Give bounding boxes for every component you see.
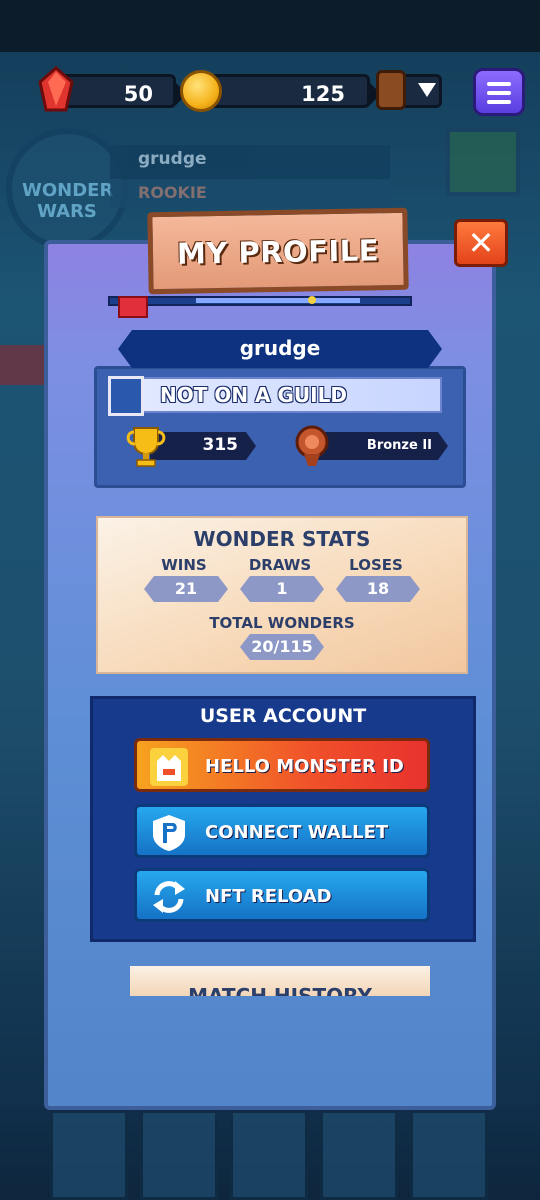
trophy-count: 315	[202, 435, 239, 455]
nav-slot-social[interactable]	[320, 1110, 398, 1200]
wins-value: 21	[144, 576, 228, 602]
nft-reload-label: NFT RELOAD	[205, 886, 332, 907]
wallet-shield-icon	[153, 815, 185, 851]
guild-status: NOT ON A GUILD	[160, 383, 347, 407]
hello-monster-id-button[interactable]: HELLO MONSTER ID	[134, 738, 430, 792]
nav-slot-cards[interactable]	[140, 1110, 218, 1200]
background-player-name: grudge	[138, 149, 207, 169]
background-tag	[0, 345, 48, 385]
modal-title: MY PROFILE	[176, 233, 380, 271]
gems-value: 50	[123, 82, 153, 106]
red-gem-icon	[38, 66, 74, 112]
chevron-down-icon[interactable]	[418, 83, 436, 97]
league-name: Bronze II	[366, 438, 432, 453]
hamburger-menu-icon[interactable]	[473, 68, 525, 116]
wonder-stats-title: WONDER STATS	[193, 527, 371, 551]
xp-marker	[308, 296, 316, 304]
background-rank-label: ROOKIE	[138, 183, 207, 202]
backpack-icon	[376, 70, 406, 110]
user-account-title: USER ACCOUNT	[199, 705, 367, 727]
background-logo: WONDER WARS	[22, 180, 114, 222]
guild-shield-icon	[108, 376, 144, 416]
username-bar: grudge	[118, 330, 442, 368]
nav-slot-events[interactable]	[410, 1110, 488, 1200]
background-rank-bar: ROOKIE	[110, 180, 390, 208]
background-name-bar: grudge	[110, 145, 390, 179]
draws-label: DRAWS	[248, 556, 312, 574]
hello-monster-icon	[150, 748, 188, 786]
close-button[interactable]: ✕	[454, 219, 508, 267]
match-history-card[interactable]: MATCH HISTORY	[130, 966, 430, 996]
nft-reload-button[interactable]: NFT RELOAD	[134, 868, 430, 922]
connect-wallet-button[interactable]: CONNECT WALLET	[134, 804, 430, 858]
gold-coin-icon	[180, 70, 222, 112]
nav-slot-battle[interactable]	[230, 1110, 308, 1200]
reload-icon	[153, 881, 185, 913]
bronze-league-icon	[295, 425, 329, 466]
username: grudge	[239, 336, 321, 360]
bottom-nav	[50, 1110, 490, 1200]
loses-label: LOSES	[349, 556, 403, 574]
close-icon: ✕	[467, 224, 495, 262]
coins-value: 125	[301, 82, 345, 106]
background-card	[446, 128, 520, 196]
level-banner-icon	[118, 296, 148, 318]
hello-monster-label: HELLO MONSTER ID	[205, 756, 404, 777]
game-screen: WONDER WARS grudge ROOKIE 50 125 MY PROF…	[0, 0, 540, 1200]
nav-slot-shop[interactable]	[50, 1110, 128, 1200]
draws-value: 1	[240, 576, 324, 602]
match-history-title: MATCH HISTORY	[188, 984, 372, 996]
xp-bar-fill	[196, 298, 360, 303]
trophy-icon	[126, 427, 166, 467]
loses-value: 18	[336, 576, 420, 602]
title-plank: MY PROFILE	[147, 207, 409, 295]
total-wonders-value: 20/115	[240, 634, 324, 660]
total-wonders-label: TOTAL WONDERS	[209, 614, 355, 632]
wins-label: WINS	[161, 556, 207, 574]
connect-wallet-label: CONNECT WALLET	[205, 822, 389, 843]
